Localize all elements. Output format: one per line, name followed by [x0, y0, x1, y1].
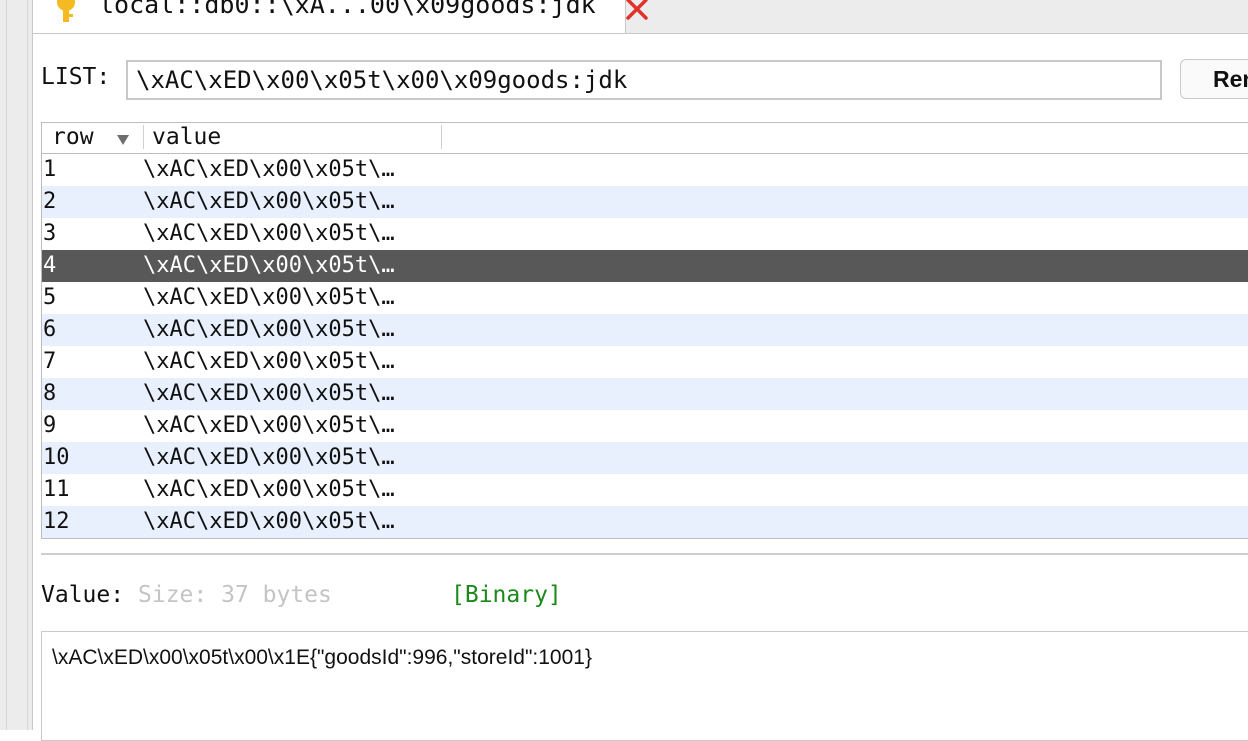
left-sidebar-scrollbar[interactable] [6, 0, 28, 730]
left-sidebar-strip [0, 0, 33, 730]
row-value-cell: \xAC\xED\x00\x05t\… [143, 285, 395, 310]
key-icon [53, 0, 79, 24]
row-value-cell: \xAC\xED\x00\x05t\… [143, 509, 395, 534]
row-number-cell: 12 [43, 509, 70, 534]
row-value-cell: \xAC\xED\x00\x05t\… [143, 477, 395, 502]
value-format-selector[interactable]: [Binary] [451, 582, 562, 608]
row-number-cell: 5 [43, 285, 57, 310]
table-row[interactable]: 8 \xAC\xED\x00\x05t\… [42, 378, 1248, 410]
table-body: 1 \xAC\xED\x00\x05t\… 2 \xAC\xED\x00\x05t\…… [42, 154, 1248, 538]
row-value-cell: \xAC\xED\x00\x05t\… [143, 221, 395, 246]
tab-bar: local::db0::\xA...00\x09goods:jdk [33, 0, 1248, 34]
column-divider[interactable] [441, 125, 442, 149]
list-type-label: LIST: [41, 64, 111, 90]
row-number-cell: 4 [43, 253, 57, 278]
table-row[interactable]: 3 \xAC\xED\x00\x05t\… [42, 218, 1248, 250]
column-header-value[interactable]: value [152, 124, 221, 150]
table-row[interactable]: 6 \xAC\xED\x00\x05t\… [42, 314, 1248, 346]
value-content[interactable]: \xAC\xED\x00\x05t\x00\x1E{"goodsId":996,… [52, 646, 592, 670]
table-row[interactable]: 4 \xAC\xED\x00\x05t\… [42, 250, 1248, 282]
row-number-cell: 11 [43, 477, 70, 502]
table-bottom-border [41, 538, 1248, 539]
table-header: row value [42, 123, 1248, 154]
value-size-label: Size: 37 bytes [138, 582, 332, 608]
row-value-cell: \xAC\xED\x00\x05t\… [143, 157, 395, 182]
row-value-cell: \xAC\xED\x00\x05t\… [143, 445, 395, 470]
row-number-cell: 3 [43, 221, 57, 246]
row-value-cell: \xAC\xED\x00\x05t\… [143, 413, 395, 438]
row-number-cell: 6 [43, 317, 57, 342]
list-table: row value 1 \xAC\xED\x00\x05t\… 2 \xAC\xED\… [41, 122, 1248, 539]
tab-title: local::db0::\xA...00\x09goods:jdk [99, 0, 596, 19]
panel-splitter[interactable] [41, 553, 1248, 555]
rename-button[interactable]: Ren [1180, 59, 1248, 99]
close-icon[interactable] [625, 0, 649, 22]
row-number-cell: 10 [43, 445, 70, 470]
table-row[interactable]: 12 \xAC\xED\x00\x05t\… [42, 506, 1248, 538]
row-number-cell: 1 [43, 157, 57, 182]
row-number-cell: 8 [43, 381, 57, 406]
row-value-cell: \xAC\xED\x00\x05t\… [143, 253, 395, 278]
table-row[interactable]: 10 \xAC\xED\x00\x05t\… [42, 442, 1248, 474]
sort-descending-icon[interactable] [116, 132, 130, 146]
row-value-cell: \xAC\xED\x00\x05t\… [143, 381, 395, 406]
value-editor[interactable]: \xAC\xED\x00\x05t\x00\x1E{"goodsId":996,… [41, 631, 1248, 741]
key-name-input[interactable] [126, 60, 1162, 100]
table-row[interactable]: 7 \xAC\xED\x00\x05t\… [42, 346, 1248, 378]
row-value-cell: \xAC\xED\x00\x05t\… [143, 189, 395, 214]
row-value-cell: \xAC\xED\x00\x05t\… [143, 317, 395, 342]
value-label: Value: [41, 582, 125, 608]
column-divider[interactable] [143, 125, 144, 149]
column-header-row[interactable]: row [52, 124, 94, 150]
table-row[interactable]: 1 \xAC\xED\x00\x05t\… [42, 154, 1248, 186]
table-row[interactable]: 5 \xAC\xED\x00\x05t\… [42, 282, 1248, 314]
table-row[interactable]: 2 \xAC\xED\x00\x05t\… [42, 186, 1248, 218]
row-number-cell: 7 [43, 349, 57, 374]
row-number-cell: 9 [43, 413, 57, 438]
row-number-cell: 2 [43, 189, 57, 214]
row-value-cell: \xAC\xED\x00\x05t\… [143, 349, 395, 374]
tab-key-view[interactable]: local::db0::\xA...00\x09goods:jdk [33, 0, 626, 33]
table-row[interactable]: 9 \xAC\xED\x00\x05t\… [42, 410, 1248, 442]
table-row[interactable]: 11 \xAC\xED\x00\x05t\… [42, 474, 1248, 506]
